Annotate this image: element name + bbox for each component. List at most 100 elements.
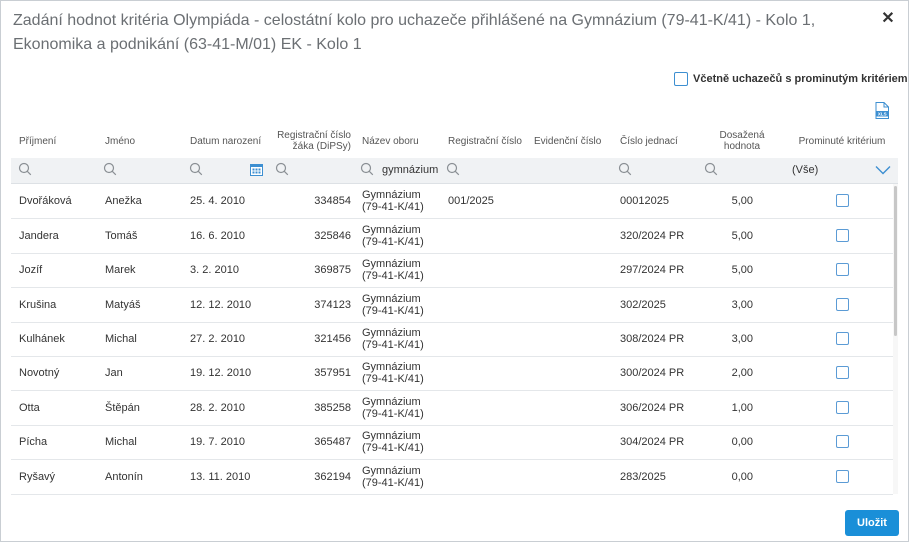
cell-obor-code: (79-41-K/41) [362, 408, 424, 420]
filter-jmeno-search-icon[interactable] [103, 162, 117, 176]
cell-prijmeni: Dvořáková [19, 195, 72, 207]
waived-checkbox[interactable] [836, 263, 849, 276]
filter-prominute-select[interactable]: (Vše) [792, 163, 818, 177]
cell-dipsy: 374123 [314, 299, 351, 311]
cell-hodnota[interactable]: 5,00 [691, 184, 753, 218]
cell-obor: Gymnázium (79-41-K/41) [362, 425, 424, 459]
waived-checkbox[interactable] [836, 401, 849, 414]
filter-datum-search-icon[interactable] [189, 162, 203, 176]
cell-datum: 19. 7. 2010 [190, 436, 246, 448]
table-row[interactable]: Ryšavý Antonín 13. 11. 2010 362194 Gymná… [11, 460, 893, 495]
cell-obor-code: (79-41-K/41) [362, 373, 424, 385]
cell-hodnota[interactable]: 3,00 [691, 288, 753, 322]
cell-hodnota[interactable]: 5,00 [691, 219, 753, 253]
cell-jmeno: Michal [105, 333, 137, 345]
cell-cj: 308/2024 PR [620, 333, 685, 345]
waived-checkbox[interactable] [836, 332, 849, 345]
cell-hodnota[interactable]: 3,00 [691, 322, 753, 356]
cell-datum: 3. 2. 2010 [190, 264, 239, 276]
save-button[interactable]: Uložit [845, 510, 899, 536]
cell-jmeno: Tomáš [105, 230, 138, 242]
filter-obor-input[interactable]: gymnázium [382, 163, 438, 177]
cell-datum: 25. 4. 2010 [190, 195, 246, 207]
cell-obor-name: Gymnázium [362, 327, 421, 339]
close-icon[interactable]: ✕ [879, 10, 897, 28]
cell-dipsy: 321456 [314, 333, 351, 345]
chevron-down-icon[interactable] [875, 165, 891, 175]
cell-prijmeni: Jandera [19, 230, 59, 242]
table-row[interactable]: Jozíf Marek 3. 2. 2010 369875 Gymnázium(… [11, 253, 893, 288]
table-row[interactable]: Jandera Tomáš 16. 6. 2010 325846 Gymnázi… [11, 219, 893, 254]
cell-prijmeni: Novotný [19, 367, 60, 379]
cell-obor: Gymnázium (79-41-K/41) [362, 219, 424, 253]
cell-dipsy: 362194 [314, 471, 351, 483]
cell-prijmeni: Krušina [19, 299, 57, 311]
waived-checkbox[interactable] [836, 229, 849, 242]
column-header-prominute[interactable]: Prominuté kritérium [797, 123, 887, 159]
cell-cj: 300/2024 PR [620, 367, 685, 379]
cell-hodnota[interactable]: 5,00 [691, 253, 753, 287]
cell-obor-name: Gymnázium [362, 430, 421, 442]
cell-prijmeni: Ryšavý [19, 471, 56, 483]
cell-datum: 19. 12. 2010 [190, 367, 252, 379]
cell-obor: Gymnázium (79-41-K/41) [362, 184, 424, 218]
waived-checkbox[interactable] [836, 298, 849, 311]
waived-checkbox[interactable] [836, 435, 849, 448]
cell-hodnota[interactable]: 2,00 [691, 356, 753, 390]
cell-cj: 320/2024 PR [620, 230, 685, 242]
cell-jmeno: Antonín [105, 471, 143, 483]
column-header-evid[interactable]: Evidenční číslo [534, 123, 614, 159]
cell-cj: 283/2025 [620, 471, 666, 483]
column-header-prijmeni[interactable]: Příjmení [19, 123, 89, 159]
calendar-icon[interactable] [250, 163, 263, 176]
criteria-values-dialog: Zadání hodnot kritéria Olympiáda - celos… [0, 0, 909, 542]
cell-datum: 12. 12. 2010 [190, 299, 252, 311]
dialog-title: Zadání hodnot kritéria Olympiáda - celos… [13, 12, 816, 53]
cell-hodnota[interactable]: 1,00 [691, 391, 753, 425]
xls-export-icon[interactable]: XLS [875, 102, 889, 119]
filter-cj-search-icon[interactable] [618, 162, 632, 176]
table-row[interactable]: Krušina Matyáš 12. 12. 2010 374123 Gymná… [11, 288, 893, 323]
filter-reg-search-icon[interactable] [446, 162, 460, 176]
include-waived-option[interactable]: Včetně uchazečů s prominutým kritériem [674, 71, 908, 87]
table-row[interactable]: Otta Štěpán 28. 2. 2010 385258 Gymnázium… [11, 391, 893, 426]
cell-jmeno: Anežka [105, 195, 142, 207]
table-row[interactable]: Pícha Michal 19. 7. 2010 365487 Gymnáziu… [11, 425, 893, 460]
column-header-datum[interactable]: Datum narození [190, 123, 270, 159]
table-row[interactable]: Kulhánek Michal 27. 2. 2010 321456 Gymná… [11, 322, 893, 357]
cell-obor-name: Gymnázium [362, 396, 421, 408]
column-header-jmeno[interactable]: Jméno [105, 123, 175, 159]
filter-obor-search-icon[interactable] [360, 162, 374, 176]
scrollbar-thumb[interactable] [894, 186, 897, 336]
column-header-hodnota[interactable]: Dosažená hodnota [709, 123, 775, 159]
cell-hodnota[interactable]: 0,00 [691, 460, 753, 494]
include-waived-checkbox[interactable] [674, 72, 688, 86]
cell-dipsy: 325846 [314, 230, 351, 242]
column-header-cj[interactable]: Číslo jednací [620, 123, 700, 159]
waived-checkbox[interactable] [836, 470, 849, 483]
table-row[interactable]: Novotný Jan 19. 12. 2010 357951 Gymnáziu… [11, 356, 893, 391]
cell-datum: 28. 2. 2010 [190, 402, 246, 414]
column-header-dipsy[interactable]: Registrační číslo žáka (DiPSy) [277, 123, 351, 159]
cell-jmeno: Michal [105, 436, 137, 448]
cell-obor-code: (79-41-K/41) [362, 477, 424, 489]
cell-prijmeni: Jozíf [19, 264, 43, 276]
filter-prijmeni-search-icon[interactable] [18, 162, 32, 176]
cell-obor-code: (79-41-K/41) [362, 270, 424, 282]
cell-obor-name: Gymnázium [362, 258, 421, 270]
waived-checkbox[interactable] [836, 194, 849, 207]
filter-dipsy-search-icon[interactable] [275, 162, 289, 176]
cell-cj: 306/2024 PR [620, 402, 685, 414]
cell-obor-name: Gymnázium [362, 224, 421, 236]
cell-hodnota[interactable]: 0,00 [691, 425, 753, 459]
cell-prijmeni: Kulhánek [19, 333, 65, 345]
table-row[interactable]: Dvořáková Anežka 25. 4. 2010 334854 Gymn… [11, 184, 893, 219]
cell-obor-code: (79-41-K/41) [362, 339, 424, 351]
column-header-obor[interactable]: Název oboru [362, 123, 442, 159]
cell-obor-name: Gymnázium [362, 293, 421, 305]
waived-checkbox[interactable] [836, 366, 849, 379]
column-header-reg[interactable]: Registrační číslo [448, 123, 528, 159]
filter-hodnota-search-icon[interactable] [704, 162, 718, 176]
cell-cj: 297/2024 PR [620, 264, 685, 276]
cell-obor-code: (79-41-K/41) [362, 305, 424, 317]
